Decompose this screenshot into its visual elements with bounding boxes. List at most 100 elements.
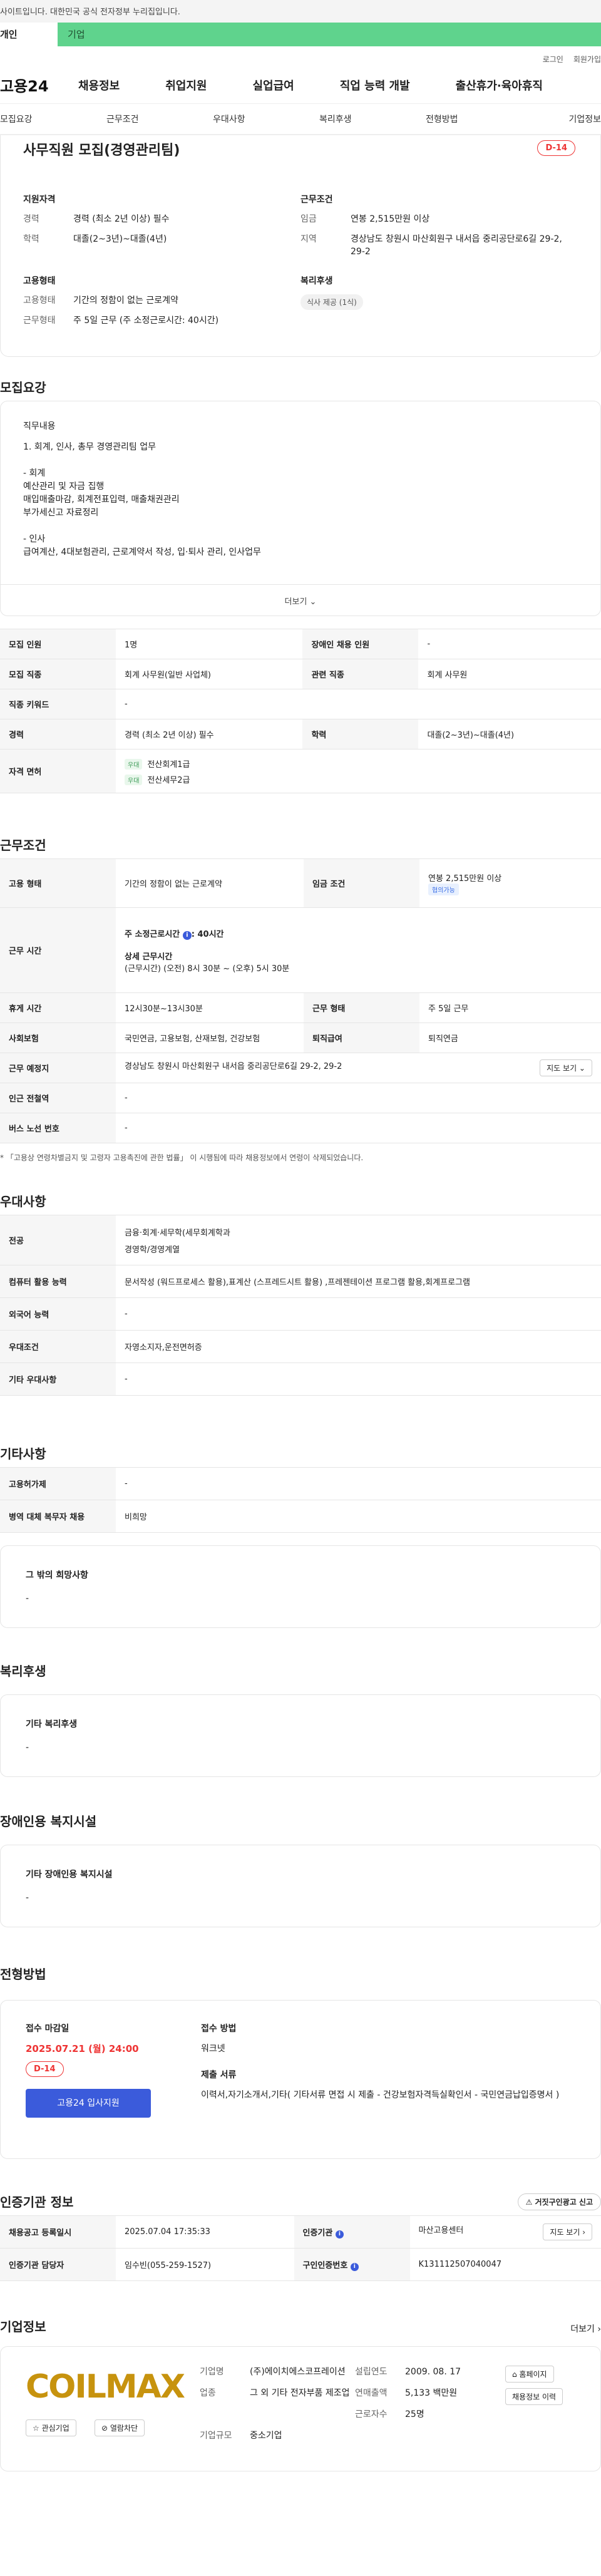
info-icon[interactable]: i bbox=[182, 930, 192, 940]
duty-line: 부가세신고 자료정리 bbox=[23, 508, 99, 518]
cell-head: 모집 인원 bbox=[0, 629, 116, 659]
etc-table: 고용허가제 - 병역 대체 복무자 채용 비희망 bbox=[0, 1467, 601, 1533]
duty-line: 급여계산, 4대보험관리, 근로계약서 작성, 입·퇴사 관리, 인사업무 bbox=[23, 547, 261, 557]
cell-head: 사회보험 bbox=[0, 1023, 116, 1053]
cert-table: 채용공고 등록일시 2025.07.04 17:35:33 인증기관 i 마산고용센터… bbox=[0, 2215, 601, 2281]
job-title: 사무직원 모집(경영관리팀) bbox=[23, 143, 180, 158]
site-logo[interactable]: 고용24 bbox=[0, 74, 78, 96]
block-button[interactable]: ⊘ 열람차단 bbox=[95, 2419, 145, 2436]
info-icon[interactable]: i bbox=[350, 2262, 359, 2271]
cell: - bbox=[116, 1083, 601, 1113]
cell-head: 컴퓨터 활용 능력 bbox=[0, 1265, 116, 1298]
homepage-button[interactable]: ⌂ 홈페이지 bbox=[505, 2366, 554, 2383]
tab-personal[interactable]: 개인 bbox=[0, 23, 58, 46]
cell: 대졸(2~3년)~대졸(4년) bbox=[418, 719, 601, 750]
sub-nav: 모집요강 근무조건 우대사항 복리후생 전형방법 기업정보 bbox=[0, 104, 601, 135]
cell: 경력 (최소 2년 이상) 필수 bbox=[116, 719, 303, 750]
info-icon[interactable]: i bbox=[335, 2230, 344, 2239]
field-key: 설립연도 bbox=[355, 2367, 388, 2377]
cell: 국민연금, 고용보험, 산재보험, 건강보험 bbox=[116, 1023, 304, 1053]
section-title: 우대사항 bbox=[0, 1194, 46, 1209]
welfare-heading: 복리후생 bbox=[300, 276, 333, 286]
map-button[interactable]: 지도 보기 ⌄ bbox=[540, 1059, 592, 1076]
recruit-table: 모집 인원 1명 장애인 채용 인원 - 모집 직종 회계 사무원(일반 사업체) 관련 … bbox=[0, 629, 601, 793]
subnav-welfare[interactable]: 복리후생 bbox=[319, 113, 426, 125]
login-link[interactable]: 로그인 bbox=[543, 55, 563, 64]
cell-head: 외국어 능력 bbox=[0, 1297, 116, 1331]
cell-head: 근무 시간 bbox=[0, 907, 116, 993]
nav-training[interactable]: 직업 능력 개발 bbox=[340, 77, 410, 93]
nav-jobs[interactable]: 채용정보 bbox=[78, 77, 120, 93]
company-more[interactable]: 더보기 › bbox=[570, 2322, 601, 2335]
hours-label: 주 소정근로시간 bbox=[125, 929, 180, 939]
nav-unemployment[interactable]: 실업급여 bbox=[253, 77, 294, 93]
license: 전산세무2급 bbox=[147, 775, 190, 785]
field-key bbox=[355, 2429, 405, 2442]
cond-key: 지역 bbox=[300, 234, 317, 244]
cell: - bbox=[116, 1297, 601, 1331]
cond-value: 연봉 2,515만원 이상 bbox=[351, 214, 430, 224]
tab-company[interactable]: 기업 bbox=[58, 23, 601, 46]
more-button[interactable]: 더보기 ⌄ bbox=[1, 584, 600, 616]
subnav-workcond[interactable]: 근무조건 bbox=[106, 113, 213, 125]
field-key: 연매출액 bbox=[355, 2388, 388, 2398]
cell-head: 병역 대체 복무자 채용 bbox=[0, 1500, 116, 1533]
company-card: COILMAX ☆ 관심기업 ⊘ 열람차단 기업명 (주)에이치에스코프레이션 설립… bbox=[0, 2346, 601, 2471]
req-key: 학력 bbox=[23, 234, 39, 244]
req-value: 경력 (최소 2년 이상) 필수 bbox=[73, 214, 170, 224]
cond-value: 경상남도 창원시 마산회원구 내서읍 중리공단로6길 29-2, 29-2 bbox=[351, 234, 562, 257]
cell: - bbox=[116, 1113, 601, 1143]
nav-employment-support[interactable]: 취업지원 bbox=[165, 77, 207, 93]
cell: - bbox=[116, 1363, 601, 1396]
cell: 회계 사무원 bbox=[418, 659, 601, 689]
major: 경영학/경영계열 bbox=[125, 1245, 180, 1255]
duty-line: 예산관리 및 자금 집행 bbox=[23, 482, 105, 492]
subnav-recruit[interactable]: 모집요강 bbox=[0, 113, 106, 125]
major: 금융·회계·세무학(세무회계학과 bbox=[125, 1228, 230, 1238]
signup-link[interactable]: 회원가입 bbox=[573, 55, 601, 64]
section-title: 기타사항 bbox=[0, 1446, 46, 1461]
cell-head: 장애인 채용 인원 bbox=[302, 629, 419, 659]
emp-value: 주 5일 근무 (주 소정근로시간: 40시간) bbox=[73, 316, 219, 326]
cell-head: 모집 직종 bbox=[0, 659, 116, 689]
recruit-history-button[interactable]: 채용정보 이력 bbox=[505, 2388, 563, 2405]
subnav-pref[interactable]: 우대사항 bbox=[213, 113, 319, 125]
section-title: 전형방법 bbox=[0, 1967, 46, 1982]
field-value: (주)에이치에스코프레이션 bbox=[250, 2367, 346, 2377]
cert-title: 인증기관 정보 bbox=[0, 2195, 74, 2210]
section-title: 기업정보 더보기 › bbox=[0, 2281, 601, 2340]
field-key: 기업규모 bbox=[200, 2431, 232, 2441]
nav-leave[interactable]: 출산휴가·육아휴직 bbox=[456, 77, 543, 93]
cell-head: 채용공고 등록일시 bbox=[0, 2215, 116, 2249]
apply-button[interactable]: 고용24 입사지원 bbox=[26, 2089, 151, 2118]
license: 전산회계1급 bbox=[147, 760, 190, 770]
company-logo: COILMAX bbox=[26, 2368, 185, 2406]
field-key: 기업명 bbox=[200, 2367, 224, 2377]
cell-head: 자격 면허 bbox=[0, 749, 116, 793]
field-key bbox=[200, 2408, 250, 2421]
fav-button[interactable]: ☆ 관심기업 bbox=[26, 2419, 76, 2436]
cell: 회계 사무원(일반 사업체) bbox=[116, 659, 303, 689]
pref-tag: 우대 bbox=[125, 774, 143, 785]
subnav-process[interactable]: 전형방법 bbox=[426, 113, 532, 125]
subnav-company[interactable]: 기업정보 bbox=[532, 113, 601, 125]
cell-head: 기타 우대사항 bbox=[0, 1363, 116, 1396]
cell: - bbox=[418, 629, 601, 659]
welfare-chip: 식사 제공 (1식) bbox=[300, 294, 363, 310]
cell: 임수빈(055-259-1527) bbox=[116, 2248, 294, 2281]
main-nav: 고용24 채용정보 취업지원 실업급여 직업 능력 개발 출산휴가·육아휴직 bbox=[0, 66, 601, 104]
welfare-value: - bbox=[26, 1743, 29, 1753]
hope-box: 그 밖의 희망사항 - bbox=[0, 1545, 601, 1628]
section-title: 근무조건 bbox=[0, 838, 46, 853]
cell: 비희망 bbox=[116, 1500, 601, 1533]
map-button[interactable]: 지도 보기 › bbox=[543, 2223, 592, 2240]
emp-heading: 고용형태 bbox=[23, 276, 56, 286]
gnb-menu: 채용정보 취업지원 실업급여 직업 능력 개발 출산휴가·육아휴직 bbox=[78, 77, 588, 93]
cell: 기간의 정함이 없는 근로계약 bbox=[116, 858, 304, 908]
section-title: 장애인용 복지시설 bbox=[0, 1814, 97, 1829]
cell-head: 근무 예정지 bbox=[0, 1053, 116, 1083]
report-button[interactable]: ⚠ 거짓구인광고 신고 bbox=[517, 2193, 601, 2210]
disabled-label: 기타 장애인용 복지시설 bbox=[26, 1870, 113, 1880]
field-key: 업종 bbox=[200, 2388, 216, 2398]
field-value bbox=[405, 2429, 530, 2442]
